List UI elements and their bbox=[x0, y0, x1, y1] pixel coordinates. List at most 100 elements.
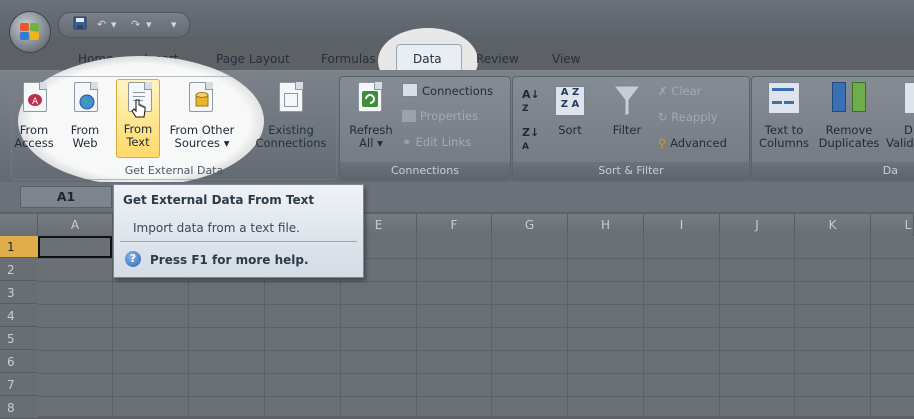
row-header[interactable]: 2 bbox=[0, 259, 38, 281]
remove-duplicates-label: Remove Duplicates bbox=[818, 123, 880, 150]
refresh-all-button[interactable]: Refresh All ▾ bbox=[344, 80, 398, 158]
row-header[interactable]: 5 bbox=[0, 328, 38, 350]
existing-connections-label: Existing Connections bbox=[255, 123, 327, 150]
column-header[interactable]: A bbox=[38, 214, 113, 236]
reapply-button[interactable]: ↻ Reapply bbox=[658, 110, 718, 124]
undo-icon[interactable]: ↶ bbox=[97, 16, 106, 34]
office-button[interactable] bbox=[10, 12, 50, 52]
gridline bbox=[567, 236, 568, 416]
sort-a-to-z-icon[interactable]: A↓ Z bbox=[522, 88, 540, 114]
from-web-button[interactable]: From Web bbox=[60, 80, 110, 158]
data-validation-icon bbox=[904, 82, 914, 114]
group-label: Sort & Filter bbox=[513, 162, 749, 179]
mouse-cursor-icon bbox=[130, 98, 148, 123]
row-header[interactable]: 7 bbox=[0, 374, 38, 396]
from-access-label: From Access bbox=[14, 123, 54, 150]
data-validation-label: D Valid bbox=[886, 123, 914, 150]
row-header[interactable]: 3 bbox=[0, 282, 38, 304]
database-icon bbox=[189, 82, 213, 112]
customize-qat-icon[interactable]: ▾ bbox=[171, 16, 177, 34]
help-icon: ? bbox=[125, 251, 141, 267]
advanced-button[interactable]: ⚲ Advanced bbox=[658, 136, 727, 150]
select-all-corner[interactable] bbox=[0, 214, 38, 236]
chevron-down-icon[interactable]: ▾ bbox=[111, 16, 117, 34]
tab-data[interactable]: Data bbox=[413, 52, 442, 70]
column-header[interactable]: J bbox=[720, 214, 795, 236]
existing-connections-button[interactable]: Existing Connections bbox=[250, 80, 332, 158]
save-icon[interactable] bbox=[73, 16, 87, 34]
sort-icon: A ZZ A bbox=[555, 86, 585, 116]
remove-duplicates-icon bbox=[832, 82, 866, 112]
text-to-columns-button[interactable]: Text to Columns bbox=[756, 80, 812, 158]
advanced-filter-icon: ⚲ bbox=[658, 136, 667, 150]
connections-button[interactable]: Connections bbox=[402, 83, 493, 98]
gridline bbox=[38, 350, 914, 351]
from-other-sources-label: From Other Sources ▾ bbox=[169, 123, 235, 150]
connections-file-icon bbox=[279, 82, 303, 112]
web-globe-icon bbox=[74, 82, 98, 112]
column-header[interactable]: I bbox=[644, 214, 720, 236]
gridline bbox=[38, 396, 914, 397]
gridline bbox=[870, 236, 871, 416]
gridline bbox=[643, 236, 644, 416]
text-to-columns-icon bbox=[768, 82, 800, 114]
svg-text:A: A bbox=[32, 97, 39, 107]
column-header[interactable]: F bbox=[417, 214, 492, 236]
text-to-columns-label: Text to Columns bbox=[758, 123, 810, 150]
tab-page-layout[interactable]: Page Layout bbox=[216, 52, 290, 70]
tab-review[interactable]: Review bbox=[476, 52, 519, 70]
gridline bbox=[38, 373, 914, 374]
group-label: Get External Data bbox=[124, 164, 224, 177]
clear-button[interactable]: ✗ Clear bbox=[658, 84, 701, 98]
chevron-down-icon: ▾ bbox=[223, 136, 230, 150]
group-label: Da bbox=[752, 162, 914, 179]
gridline bbox=[38, 281, 914, 282]
tab-formulas[interactable]: Formulas bbox=[321, 52, 376, 70]
tab-view[interactable]: View bbox=[552, 52, 580, 70]
office-logo-icon bbox=[20, 23, 40, 41]
access-database-icon: A bbox=[23, 82, 47, 112]
gridline bbox=[794, 236, 795, 416]
gridline bbox=[38, 327, 914, 328]
filter-button[interactable]: Filter bbox=[606, 82, 648, 154]
chevron-down-icon[interactable]: ▾ bbox=[146, 16, 152, 34]
filter-funnel-icon bbox=[612, 85, 642, 117]
refresh-icon bbox=[358, 82, 382, 112]
from-other-sources-button[interactable]: From Other Sources ▾ bbox=[164, 80, 240, 158]
column-header[interactable]: K bbox=[795, 214, 871, 236]
filter-label: Filter bbox=[612, 123, 642, 137]
column-header[interactable]: H bbox=[568, 214, 644, 236]
refresh-all-label: Refresh All ▾ bbox=[349, 123, 393, 150]
row-header[interactable]: 1 bbox=[0, 236, 38, 258]
screentip-from-text: Get External Data From Text Import data … bbox=[113, 184, 364, 278]
tooltip-divider bbox=[120, 241, 357, 242]
row-header[interactable]: 4 bbox=[0, 305, 38, 327]
tooltip-help-text: Press F1 for more help. bbox=[150, 253, 309, 267]
sort-z-to-a-icon[interactable]: Z↓ A bbox=[522, 126, 539, 152]
clear-filter-icon: ✗ bbox=[658, 84, 668, 98]
gridline bbox=[491, 236, 492, 416]
redo-icon[interactable]: ↷ bbox=[131, 16, 140, 34]
active-cell-a1[interactable] bbox=[38, 236, 112, 258]
reapply-icon: ↻ bbox=[658, 110, 668, 124]
column-header[interactable]: L bbox=[871, 214, 914, 236]
name-box[interactable]: A1 bbox=[20, 186, 112, 208]
edit-links-button[interactable]: ⚭ Edit Links bbox=[402, 135, 471, 149]
properties-icon bbox=[402, 110, 416, 122]
sort-label: Sort bbox=[558, 123, 582, 137]
tooltip-description: Import data from a text file. bbox=[133, 221, 300, 235]
data-validation-button[interactable]: D Valid bbox=[884, 80, 914, 158]
tooltip-title: Get External Data From Text bbox=[123, 193, 315, 207]
from-access-button[interactable]: A From Access bbox=[12, 80, 56, 158]
row-header[interactable]: 6 bbox=[0, 351, 38, 373]
from-web-label: From Web bbox=[70, 123, 100, 150]
connections-icon bbox=[402, 83, 418, 97]
from-text-label: From Text bbox=[123, 122, 153, 149]
remove-duplicates-button[interactable]: Remove Duplicates bbox=[816, 80, 882, 158]
column-header[interactable]: G bbox=[492, 214, 568, 236]
properties-button[interactable]: Properties bbox=[402, 109, 478, 123]
sort-button[interactable]: A ZZ A Sort bbox=[552, 82, 588, 154]
link-icon: ⚭ bbox=[402, 135, 412, 149]
quick-access-toolbar: ↶ ▾ ↷ ▾ ▾ bbox=[58, 12, 190, 38]
gridline bbox=[416, 236, 417, 416]
